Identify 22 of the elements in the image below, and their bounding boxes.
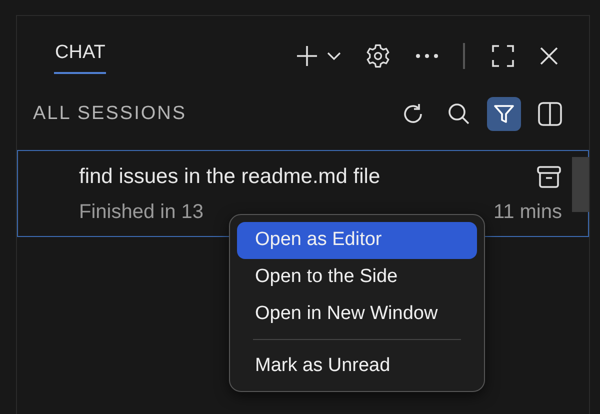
more-icon[interactable] [415,53,439,59]
filter-icon[interactable] [493,103,515,125]
scrollbar-thumb[interactable] [572,157,589,212]
archive-icon[interactable] [536,165,562,189]
maximize-icon[interactable] [491,44,515,68]
session-time: 11 mins [493,201,562,224]
plus-icon[interactable] [295,44,319,68]
menu-item[interactable]: Open to the Side [237,259,477,296]
close-icon[interactable] [539,46,559,66]
session-status: Finished in 13 [79,201,204,224]
search-icon[interactable] [447,102,471,126]
refresh-icon[interactable] [401,102,425,126]
section-title: ALL SESSIONS [33,103,187,125]
menu-item[interactable]: Mark as Unread [237,348,477,385]
session-title: find issues in the readme.md file [79,165,380,189]
chat-tab[interactable]: CHAT [54,38,106,74]
menu-item[interactable]: Open in New Window [237,296,477,333]
split-panel-icon[interactable] [537,101,563,127]
chevron-down-icon[interactable] [327,51,341,61]
menu-item[interactable]: Open as Editor [237,222,477,259]
filter-button[interactable] [487,97,521,131]
settings-icon[interactable] [365,43,391,69]
